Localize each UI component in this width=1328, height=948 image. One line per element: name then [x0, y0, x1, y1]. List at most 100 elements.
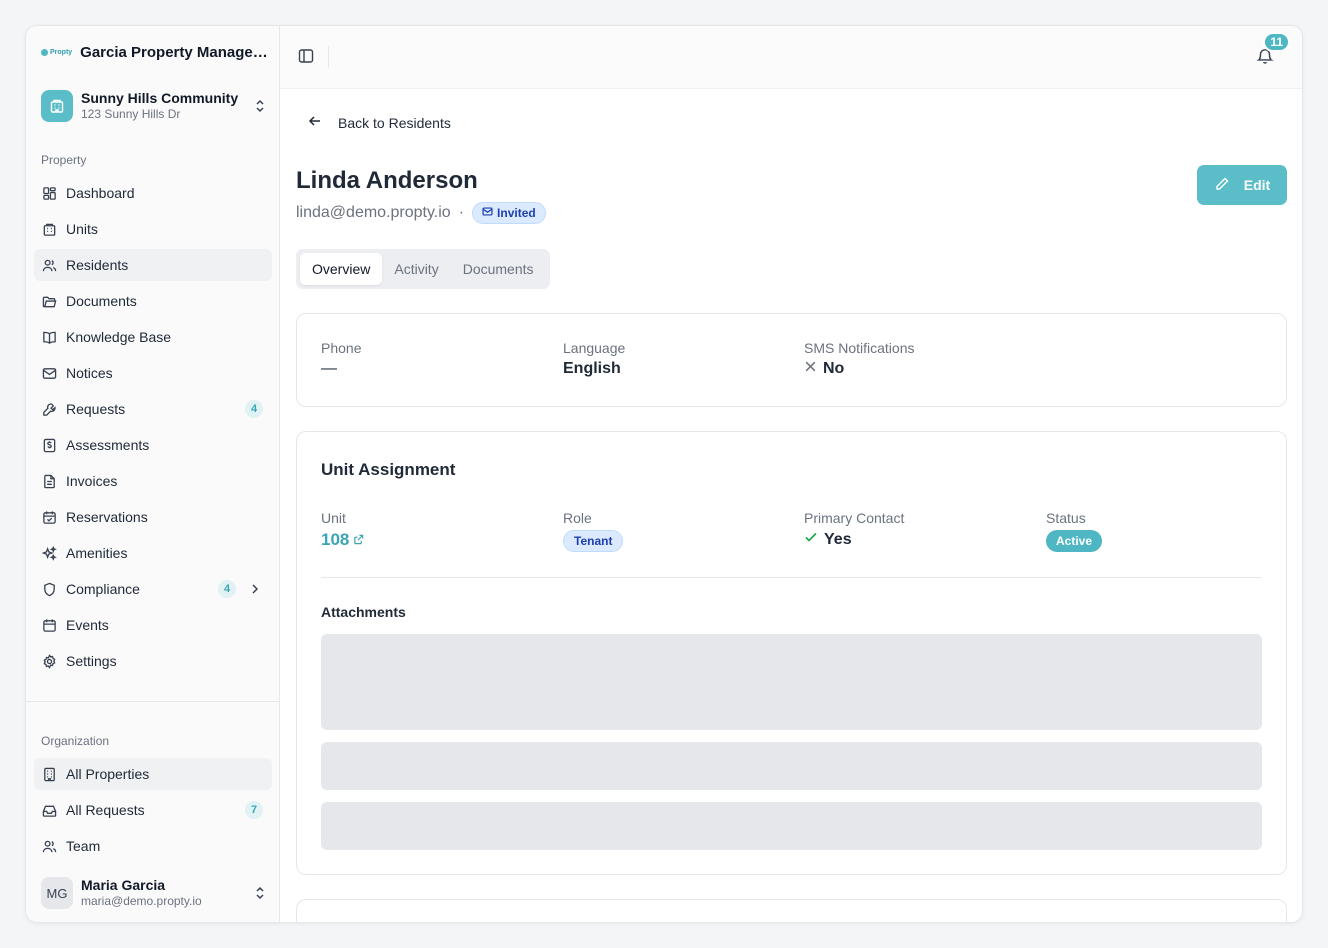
community-name: Sunny Hills Community	[81, 90, 239, 106]
main-content: 11 Back to Residents Linda Anderson lind…	[280, 26, 1302, 922]
community-switcher[interactable]: Sunny Hills Community 123 Sunny Hills Dr	[41, 88, 267, 124]
calendar-check-icon	[41, 509, 57, 525]
sidebar-item-compliance[interactable]: Compliance 4	[34, 573, 272, 605]
user-name: Maria Garcia	[81, 877, 166, 893]
status-badge-label: Invited	[497, 206, 536, 220]
field-value: No	[804, 360, 914, 378]
tab-list: Overview Activity Documents	[296, 249, 550, 289]
sidebar-item-knowledge-base[interactable]: Knowledge Base	[34, 321, 272, 353]
tab-overview[interactable]: Overview	[300, 253, 383, 285]
inbox-icon	[41, 802, 57, 818]
sidebar-item-label: Requests	[66, 401, 126, 417]
chevrons-up-down-icon	[253, 884, 267, 902]
next-section-card	[296, 899, 1287, 922]
sidebar-divider	[26, 701, 279, 702]
pencil-icon	[1214, 176, 1230, 195]
sidebar-item-label: All Requests	[66, 802, 145, 818]
users-icon	[41, 257, 57, 273]
back-to-residents-link[interactable]: Back to Residents	[308, 114, 451, 131]
sidebar-item-documents[interactable]: Documents	[34, 285, 272, 317]
field-value: English	[563, 360, 621, 377]
resident-email: linda@demo.propty.io	[296, 204, 451, 221]
sidebar-item-label: Units	[66, 221, 98, 237]
dollar-icon	[41, 437, 57, 453]
status-field: Status Active	[1046, 510, 1103, 552]
topbar-divider	[328, 46, 329, 68]
field-label: Primary Contact	[804, 510, 905, 526]
sidebar-item-settings[interactable]: Settings	[34, 645, 272, 677]
sidebar-item-all-requests[interactable]: All Requests 7	[34, 794, 272, 826]
contact-details-card: Phone — Language English SMS Notificatio…	[296, 313, 1287, 407]
sidebar-toggle-icon[interactable]	[298, 48, 316, 66]
chevron-right-icon[interactable]	[248, 582, 262, 599]
brand[interactable]: Propty Garcia Property Managem...	[41, 44, 271, 61]
sidebar-item-invoices[interactable]: Invoices	[34, 465, 272, 497]
attachment-skeleton	[321, 742, 1262, 790]
field-label: Role	[563, 510, 592, 526]
card-title: Unit Assignment	[321, 460, 456, 479]
building-icon	[41, 90, 73, 122]
sms-notifications-field: SMS Notifications No	[804, 340, 914, 378]
gear-icon	[41, 653, 57, 669]
all-requests-count-badge: 7	[245, 801, 263, 819]
sidebar-item-team[interactable]: Team	[34, 830, 272, 862]
role-field: Role Tenant	[563, 510, 624, 552]
field-label: Unit	[321, 510, 346, 526]
sidebar-item-assessments[interactable]: Assessments	[34, 429, 272, 461]
external-link-icon	[353, 530, 364, 550]
brand-logo: Propty	[41, 49, 72, 56]
unit-assignment-card: Unit Assignment Unit 108 Role Tenant Pri…	[296, 431, 1287, 875]
field-label: Status	[1046, 510, 1086, 526]
unit-field: Unit 108	[321, 510, 364, 550]
sidebar-item-label: Notices	[66, 365, 113, 381]
field-label: SMS Notifications	[804, 340, 915, 356]
sidebar-item-label: Documents	[66, 293, 137, 309]
sidebar: Propty Garcia Property Managem... Sunny …	[26, 26, 280, 922]
sidebar-item-notices[interactable]: Notices	[34, 357, 272, 389]
edit-label: Edit	[1243, 177, 1271, 193]
sidebar-item-amenities[interactable]: Amenities	[34, 537, 272, 569]
attachment-skeleton	[321, 634, 1262, 730]
sidebar-item-label: Compliance	[66, 581, 140, 597]
building-icon	[41, 221, 57, 237]
tab-documents[interactable]: Documents	[451, 253, 546, 285]
sidebar-item-label: All Properties	[66, 766, 150, 782]
organization-name: Garcia Property Managem...	[80, 44, 271, 61]
sidebar-item-reservations[interactable]: Reservations	[34, 501, 272, 533]
check-icon	[804, 530, 818, 549]
x-icon	[804, 360, 817, 378]
user-menu[interactable]: MG Maria Garcia maria@demo.propty.io	[41, 876, 267, 910]
chevrons-up-down-icon	[253, 97, 267, 115]
sidebar-item-label: Invoices	[66, 473, 118, 489]
sidebar-item-all-properties[interactable]: All Properties	[34, 758, 272, 790]
sidebar-item-label: Knowledge Base	[66, 329, 172, 345]
language-field: Language English	[563, 340, 625, 378]
edit-button[interactable]: Edit	[1197, 165, 1287, 205]
sidebar-item-label: Settings	[66, 653, 117, 669]
tab-activity[interactable]: Activity	[382, 253, 450, 285]
page-title: Linda Anderson	[296, 167, 478, 194]
sidebar-item-label: Amenities	[66, 545, 128, 561]
sidebar-item-label: Events	[66, 617, 109, 633]
sidebar-item-label: Team	[66, 838, 101, 854]
status-badge: Active	[1046, 530, 1103, 552]
back-label: Back to Residents	[338, 114, 451, 131]
sidebar-item-label: Reservations	[66, 509, 148, 525]
attachment-skeleton	[321, 802, 1262, 850]
sidebar-item-label: Dashboard	[66, 185, 135, 201]
attachments-label: Attachments	[321, 604, 406, 620]
property-nav: Dashboard Units Residents Documents Know…	[34, 177, 272, 681]
sidebar-item-units[interactable]: Units	[34, 213, 272, 245]
field-label: Phone	[321, 340, 362, 356]
sidebar-item-events[interactable]: Events	[34, 609, 272, 641]
dashboard-icon	[41, 185, 57, 201]
building-icon	[41, 766, 57, 782]
primary-contact-field: Primary Contact Yes	[804, 510, 904, 549]
sidebar-item-residents[interactable]: Residents	[34, 249, 272, 281]
status-badge: Invited	[472, 202, 546, 224]
sidebar-item-requests[interactable]: Requests 4	[34, 393, 272, 425]
sidebar-item-dashboard[interactable]: Dashboard	[34, 177, 272, 209]
unit-link[interactable]: 108	[321, 530, 364, 550]
topbar: 11	[280, 26, 1302, 89]
resident-meta: linda@demo.propty.io · Invited	[296, 202, 546, 224]
